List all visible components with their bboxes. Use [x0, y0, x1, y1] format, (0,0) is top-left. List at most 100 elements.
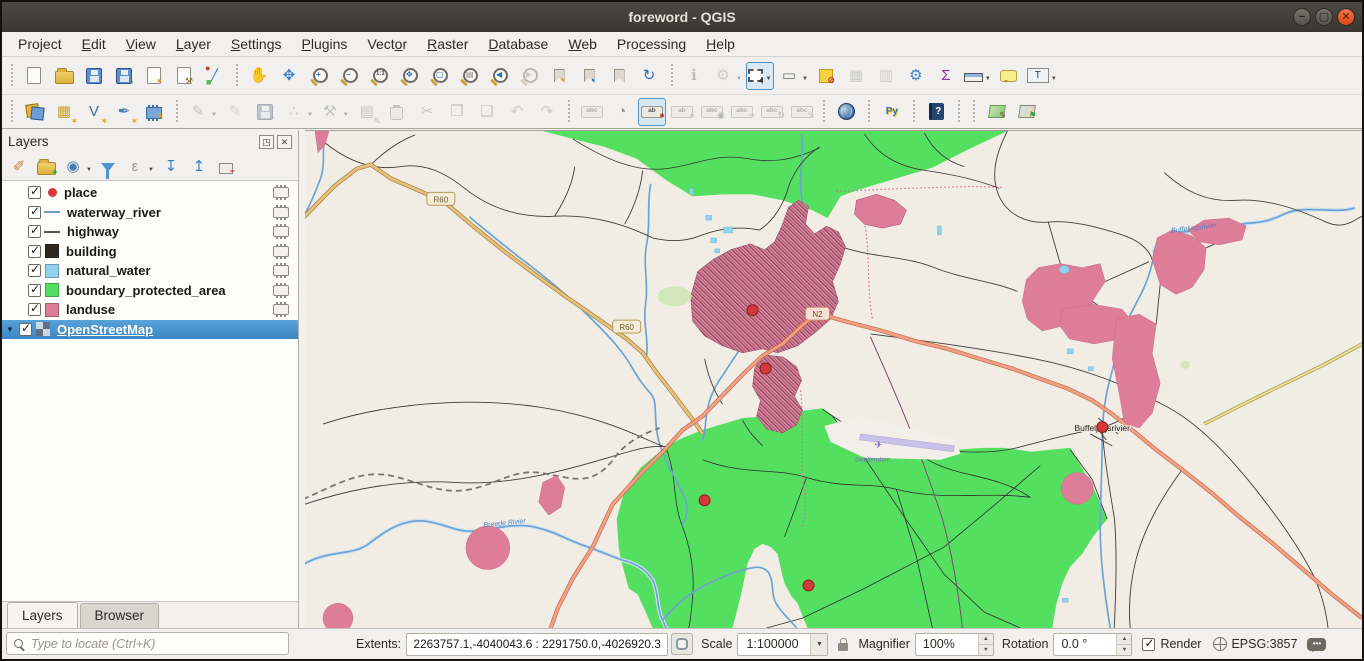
show-layout-manager-button[interactable]: ⚒ — [170, 62, 198, 90]
layer-visibility-checkbox[interactable] — [28, 186, 41, 199]
menu-raster[interactable]: Raster — [417, 34, 478, 54]
map-canvas[interactable]: ✈ Swellendam R60 R60 N2 Buffeljagsrivier… — [305, 130, 1362, 628]
magnifier-spinbox[interactable]: 100% ▲▼ — [915, 633, 994, 656]
labeling-toolbar-button[interactable]: ab● — [638, 98, 666, 126]
plugin-map-2-button[interactable]: ⚑ — [1013, 98, 1041, 126]
menu-view[interactable]: View — [116, 34, 166, 54]
pan-map-button[interactable]: ✋ — [245, 62, 273, 90]
crs-globe-icon[interactable] — [1213, 637, 1227, 651]
minimize-button[interactable]: − — [1293, 8, 1311, 26]
new-shapefile-layer-button[interactable]: V✶ — [80, 98, 108, 126]
layer-row-place[interactable]: place — [2, 183, 298, 203]
processing-toolbox-button[interactable]: ⚙ — [902, 62, 930, 90]
render-checkbox[interactable]: Render — [1142, 637, 1201, 651]
crs-code[interactable]: EPSG:3857 — [1231, 637, 1297, 651]
python-console-button[interactable]: Py — [878, 98, 906, 126]
zoom-native-button[interactable]: 1:1 — [365, 62, 393, 90]
zoom-to-selection-button[interactable]: ▢ — [425, 62, 453, 90]
open-layer-styling-panel-button[interactable]: ✐ — [6, 155, 32, 179]
new-project-button[interactable] — [20, 62, 48, 90]
layer-row-openstreetmap[interactable]: OpenStreetMap — [2, 320, 298, 340]
layer-visibility-checkbox[interactable] — [28, 264, 41, 277]
open-data-source-manager-button[interactable] — [20, 98, 48, 126]
extents-field[interactable] — [406, 633, 668, 656]
rotation-spinbox[interactable]: 0.0 ° ▲▼ — [1053, 633, 1132, 656]
advanced-digitize-toolbar-dropdown[interactable] — [341, 104, 349, 119]
layer-visibility-checkbox[interactable] — [28, 225, 41, 238]
text-annotation-dropdown[interactable] — [1049, 68, 1057, 83]
menu-database[interactable]: Database — [478, 34, 558, 54]
lock-scale-icon[interactable] — [838, 643, 848, 651]
zoom-out-button[interactable]: − — [335, 62, 363, 90]
zoom-full-button[interactable]: ✥ — [395, 62, 423, 90]
tab-layers[interactable]: Layers — [7, 602, 78, 628]
layer-visibility-checkbox[interactable] — [19, 323, 32, 336]
messages-icon[interactable]: ••• — [1307, 638, 1326, 651]
panel-float-button[interactable]: ◳ — [259, 135, 274, 149]
spin-buttons[interactable]: ▲▼ — [978, 634, 993, 655]
collapse-all-button[interactable]: ↥ — [186, 155, 212, 179]
zoom-last-button[interactable]: ◀ — [485, 62, 513, 90]
show-spatial-bookmarks-button[interactable]: ▸ — [575, 62, 603, 90]
filter-by-expression-dropdown[interactable] — [146, 159, 154, 174]
refresh-map-button[interactable]: ↻ — [635, 62, 663, 90]
manage-map-themes-button[interactable]: ◉ — [60, 155, 94, 179]
select-features-button[interactable] — [746, 62, 774, 90]
layer-visibility-checkbox[interactable] — [28, 245, 41, 258]
zoom-in-button[interactable]: + — [305, 62, 333, 90]
layer-row-waterway-river[interactable]: waterway_river — [2, 203, 298, 223]
layer-row-highway[interactable]: highway — [2, 222, 298, 242]
menu-help[interactable]: Help — [696, 34, 745, 54]
open-project-button[interactable] — [50, 62, 78, 90]
select-features-by-value-button[interactable]: ▭ — [776, 62, 810, 90]
menu-settings[interactable]: Settings — [221, 34, 292, 54]
panel-close-button[interactable]: ✕ — [277, 135, 292, 149]
extent-resize-button[interactable] — [671, 633, 693, 655]
new-spatial-bookmark-button[interactable]: ✶ — [545, 62, 573, 90]
deselect-features-button[interactable]: ⊘ — [812, 62, 840, 90]
layer-visibility-checkbox[interactable] — [28, 206, 41, 219]
menu-layer[interactable]: Layer — [166, 34, 221, 54]
add-group-button[interactable]: + — [34, 155, 58, 179]
layer-row-natural-water[interactable]: natural_water — [2, 261, 298, 281]
layer-row-boundary-protected-area[interactable]: boundary_protected_area — [2, 281, 298, 301]
new-print-layout-button[interactable]: ✶ — [140, 62, 168, 90]
metasearch-button[interactable] — [833, 98, 861, 126]
expand-all-button[interactable]: ↧ — [158, 155, 184, 179]
measure-line-button[interactable] — [962, 62, 993, 90]
manage-map-themes-dropdown[interactable] — [84, 159, 92, 174]
style-manager-button[interactable]: ╱ — [200, 62, 228, 90]
new-spatialite-layer-button[interactable]: ✒✶ — [110, 98, 138, 126]
save-project-button[interactable] — [80, 62, 108, 90]
text-annotation-button[interactable]: T — [1025, 62, 1059, 90]
locate-input[interactable] — [31, 637, 282, 651]
current-edits-dropdown[interactable] — [209, 104, 217, 119]
maximize-button[interactable]: ▢ — [1315, 8, 1333, 26]
help-contents-button[interactable]: ? — [923, 98, 951, 126]
menu-vector[interactable]: Vector — [357, 34, 417, 54]
remove-layer-button[interactable]: − — [214, 155, 238, 179]
menu-web[interactable]: Web — [558, 34, 607, 54]
map-tips-button[interactable] — [995, 62, 1023, 90]
expander-icon[interactable] — [6, 325, 19, 334]
scale-combobox[interactable]: 1:100000 — [737, 633, 828, 656]
run-feature-action-dropdown[interactable] — [734, 68, 742, 83]
tab-browser[interactable]: Browser — [80, 603, 160, 628]
pan-to-selection-button[interactable]: ✥ — [275, 62, 303, 90]
digitize-with-segment-dropdown[interactable] — [305, 104, 313, 119]
layer-row-building[interactable]: building — [2, 242, 298, 262]
menu-processing[interactable]: Processing — [607, 34, 696, 54]
close-button[interactable]: ✕ — [1337, 8, 1355, 26]
select-features-by-value-dropdown[interactable] — [800, 68, 808, 83]
menu-plugins[interactable]: Plugins — [291, 34, 357, 54]
layer-row-landuse[interactable]: landuse — [2, 300, 298, 320]
locate-bar[interactable] — [6, 632, 289, 655]
new-virtual-layer-button[interactable]: ✶ — [140, 98, 168, 126]
measure-line-dropdown[interactable] — [983, 68, 991, 83]
filter-by-expression-button[interactable]: ε — [122, 155, 156, 179]
zoom-to-layer-button[interactable]: ▤ — [455, 62, 483, 90]
layer-diagram-options-button[interactable]: ◔ — [608, 98, 636, 126]
plugin-map-1-button[interactable]: ✎ — [983, 98, 1011, 126]
show-statistics-button[interactable]: Σ — [932, 62, 960, 90]
show-bookmark-manager-button[interactable] — [605, 62, 633, 90]
